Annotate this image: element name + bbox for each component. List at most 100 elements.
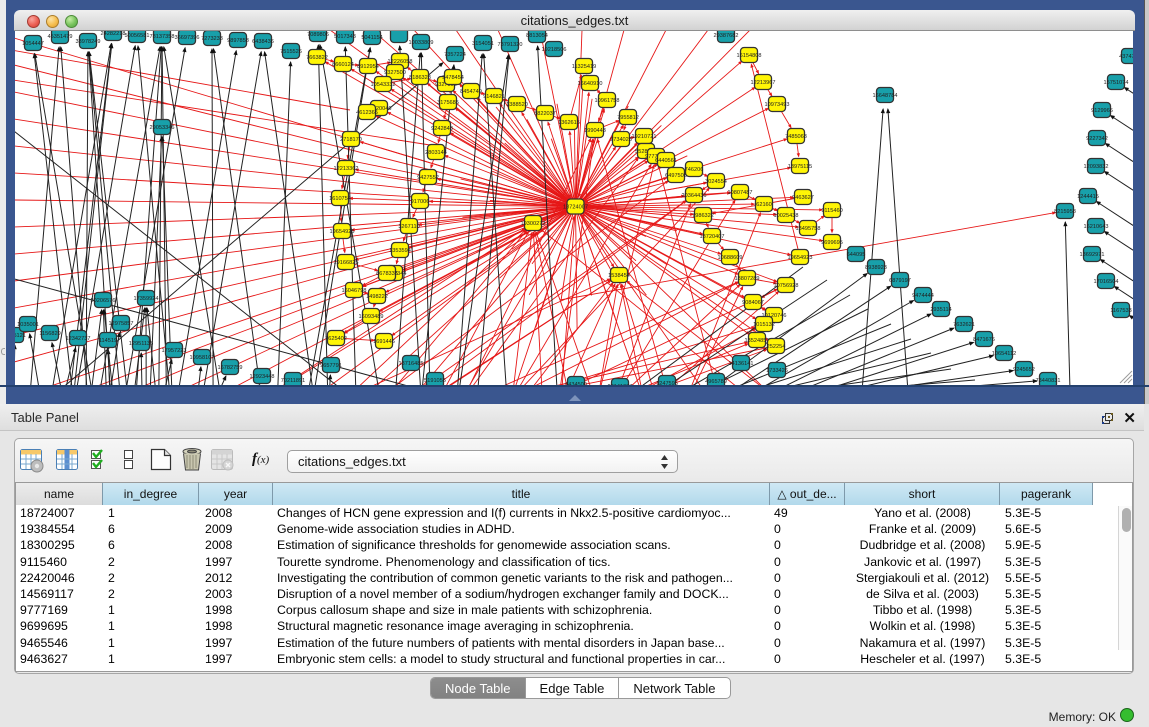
svg-text:252254: 252254	[767, 344, 786, 350]
svg-text:10756928: 10756928	[774, 283, 799, 289]
svg-text:12975857: 12975857	[109, 321, 134, 327]
svg-text:6438436: 6438436	[252, 39, 274, 45]
svg-text:11325419: 11325419	[572, 64, 596, 70]
svg-text:1015132: 1015132	[753, 322, 775, 328]
svg-text:9115460: 9115460	[821, 208, 842, 214]
svg-text:13692971: 13692971	[1080, 252, 1105, 258]
svg-text:10973493: 10973493	[765, 102, 790, 108]
svg-text:16046798: 16046798	[342, 288, 367, 294]
svg-text:746206: 746206	[685, 167, 704, 173]
svg-text:16782759: 16782759	[218, 365, 243, 371]
svg-text:12213967: 12213967	[751, 80, 776, 86]
svg-text:20206576: 20206576	[91, 298, 116, 304]
svg-text:9227342: 9227342	[1086, 136, 1108, 142]
svg-text:9734028: 9734028	[610, 137, 632, 143]
svg-text:2803144: 2803144	[425, 150, 447, 156]
svg-text:9463627: 9463627	[792, 195, 814, 201]
svg-text:3915121: 3915121	[15, 333, 26, 339]
svg-text:18720407: 18720407	[700, 234, 725, 240]
svg-text:2718170: 2718170	[340, 137, 362, 143]
svg-text:17016504: 17016504	[1094, 279, 1119, 285]
svg-text:9327500: 9327500	[384, 70, 406, 76]
svg-text:13716485: 13716485	[399, 361, 424, 367]
svg-text:1733426: 1733426	[766, 368, 788, 374]
svg-text:33978249: 33978249	[76, 39, 101, 45]
svg-text:3175685: 3175685	[437, 100, 459, 106]
svg-text:9242848: 9242848	[431, 126, 453, 132]
svg-text:16648784: 16648784	[873, 93, 898, 99]
svg-text:8660124: 8660124	[332, 62, 354, 68]
svg-text:10654112: 10654112	[992, 351, 1016, 357]
svg-text:13975115: 13975115	[788, 164, 812, 170]
svg-text:19654923: 19654923	[788, 255, 813, 261]
svg-text:3267110: 3267110	[398, 224, 419, 230]
svg-text:20364436: 20364436	[682, 193, 707, 199]
svg-text:10025438: 10025438	[774, 213, 799, 219]
svg-text:7515526: 7515526	[280, 49, 302, 55]
svg-text:16640910: 16640910	[578, 81, 603, 87]
svg-text:5017343: 5017343	[334, 34, 356, 40]
svg-text:1156829: 1156829	[39, 331, 60, 337]
svg-text:12342737: 12342737	[66, 336, 91, 342]
svg-text:2935114: 2935114	[930, 307, 951, 313]
svg-text:73791320: 73791320	[498, 42, 523, 48]
svg-text:5191056: 5191056	[424, 378, 446, 384]
svg-text:8813054: 8813054	[526, 33, 548, 39]
svg-text:29053346: 29053346	[150, 125, 175, 131]
svg-text:19218506: 19218506	[542, 47, 567, 53]
svg-text:8938923: 8938923	[865, 265, 887, 271]
svg-text:18724007: 18724007	[563, 205, 588, 211]
svg-text:8678335: 8678335	[376, 271, 398, 277]
svg-text:3154051: 3154051	[472, 41, 494, 47]
svg-text:78137358: 78137358	[150, 34, 175, 40]
svg-text:9474444: 9474444	[912, 293, 934, 299]
svg-text:7955812: 7955812	[617, 115, 639, 121]
svg-text:9478454: 9478454	[442, 75, 464, 81]
svg-text:7357224: 7357224	[444, 52, 466, 58]
svg-text:17957223: 17957223	[162, 348, 187, 354]
svg-text:9146821: 9146821	[483, 94, 505, 100]
svg-text:6879197: 6879197	[889, 278, 911, 284]
svg-text:9084067: 9084067	[742, 300, 764, 306]
svg-text:1990443: 1990443	[584, 128, 606, 134]
svg-text:24282218: 24282218	[101, 31, 126, 37]
svg-text:4612365: 4612365	[356, 110, 378, 116]
svg-text:10033809: 10033809	[409, 40, 434, 46]
svg-text:1353594: 1353594	[389, 248, 411, 254]
svg-text:16093489: 16093489	[359, 314, 384, 320]
svg-text:9245652: 9245652	[1013, 367, 1035, 373]
svg-text:45351479: 45351479	[48, 34, 73, 40]
svg-text:1035001: 1035001	[17, 322, 39, 328]
svg-text:7485063: 7485063	[785, 134, 807, 140]
svg-text:10807487: 10807487	[728, 190, 753, 196]
svg-text:19300273: 19300273	[521, 221, 546, 227]
svg-text:114519: 114519	[99, 338, 117, 344]
svg-text:62160: 62160	[756, 202, 772, 208]
svg-text:18807289: 18807289	[735, 276, 760, 282]
svg-text:19654925: 19654925	[330, 229, 355, 235]
svg-text:7632621: 7632621	[953, 322, 975, 328]
svg-text:9657791: 9657791	[320, 363, 342, 369]
svg-text:8471676: 8471676	[973, 337, 995, 343]
svg-text:12923448: 12923448	[250, 374, 275, 380]
svg-text:7089806: 7089806	[307, 32, 329, 38]
svg-text:10958107: 10958107	[190, 355, 215, 361]
svg-text:9427552: 9427552	[417, 175, 439, 181]
svg-text:4374754: 4374754	[1119, 54, 1133, 60]
svg-text:36697396: 36697396	[175, 35, 200, 41]
svg-text:1362615: 1362615	[558, 120, 580, 126]
svg-text:1691446: 1691446	[373, 339, 395, 345]
svg-text:7273233: 7273233	[201, 36, 223, 42]
svg-text:1610754: 1610754	[329, 196, 351, 202]
svg-text:10688609: 10688609	[718, 255, 743, 261]
svg-text:15751074: 15751074	[1104, 80, 1129, 86]
svg-text:9129966: 9129966	[1091, 108, 1113, 114]
svg-text:19166825: 19166825	[334, 260, 359, 266]
svg-text:1167533: 1167533	[1110, 308, 1131, 314]
svg-text:8186328: 8186328	[409, 75, 431, 81]
svg-text:73440831: 73440831	[1036, 378, 1061, 384]
svg-text:1054447: 1054447	[22, 41, 44, 47]
svg-text:29387682: 29387682	[714, 33, 739, 39]
svg-text:14136141: 14136141	[729, 361, 754, 367]
svg-text:7625402: 7625402	[325, 336, 347, 342]
